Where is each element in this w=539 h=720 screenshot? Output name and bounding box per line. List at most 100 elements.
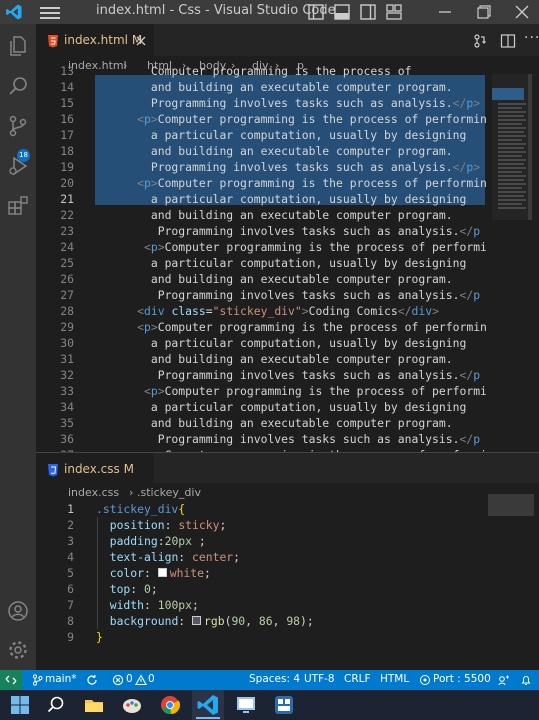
broadcast-icon (420, 675, 430, 685)
live-server-port[interactable]: Port : 5500 (433, 673, 491, 685)
manage-gear-icon[interactable] (6, 638, 30, 662)
breadcrumb-item[interactable]: .stickey_div (137, 486, 201, 499)
code-line: and building an executable computer prog… (96, 272, 453, 286)
code-line: Programming involves tasks such as analy… (96, 432, 481, 446)
taskbar-search-icon[interactable] (44, 693, 68, 717)
line-number: 35 (60, 416, 74, 430)
line-number: 9 (67, 630, 74, 644)
line-number: 19 (60, 160, 74, 174)
editor2-tab-bar: index.css M (36, 453, 539, 487)
chrome-icon[interactable] (158, 693, 182, 717)
error-count[interactable]: 0 (126, 673, 133, 685)
tab-index-css[interactable]: index.css M (36, 453, 154, 487)
desktop-app-icon[interactable] (234, 693, 258, 717)
line-number: 27 (60, 288, 74, 302)
code-line: a particular computation, usually by des… (96, 400, 467, 414)
notifications-bell-icon[interactable] (520, 674, 532, 686)
code-line: <p>Computer programming is the process o… (137, 320, 486, 334)
blue-app-icon[interactable] (272, 693, 296, 717)
toggle-panel-icon[interactable] (333, 3, 351, 21)
line-number: 18 (60, 144, 74, 158)
feedback-icon[interactable] (498, 674, 510, 686)
remote-indicator[interactable] (0, 670, 22, 690)
line-number: 3 (67, 534, 74, 548)
line-number: 22 (60, 208, 74, 222)
customize-layout-icon[interactable] (385, 3, 403, 21)
windows-start-icon[interactable] (8, 693, 32, 717)
code-line: top: 0; (109, 582, 158, 596)
code-line: width: 100px; (109, 598, 199, 612)
search-icon[interactable] (6, 74, 30, 98)
line-number: 20 (60, 176, 74, 190)
code-line: Programming involves tasks such as analy… (96, 368, 481, 382)
code-line: Programming involves tasks such as analy… (96, 288, 481, 302)
code-line: background: rgb(90, 86, 98); (109, 614, 314, 628)
paint-app-icon[interactable] (120, 693, 144, 717)
window-title: index.html - Css - Visual Studio Code (96, 3, 336, 18)
open-changes-icon[interactable] (473, 33, 489, 49)
code-line: and building an executable computer prog… (96, 416, 453, 430)
code-line: and building an executable computer prog… (96, 80, 453, 94)
color-swatch[interactable] (192, 616, 202, 625)
more-actions-icon[interactable]: ··· (524, 30, 539, 46)
line-number: 4 (67, 550, 74, 564)
eol-status[interactable]: CRLF (344, 673, 371, 685)
explorer-icon[interactable] (6, 34, 30, 58)
code-line: text-align: center; (109, 550, 241, 564)
editor2-minimap-slider[interactable] (488, 494, 534, 516)
line-number: 7 (67, 598, 74, 612)
warning-count[interactable]: 0 (148, 673, 155, 685)
code-line: a particular computation, usually by des… (96, 336, 467, 350)
toggle-secondary-sidebar-icon[interactable] (359, 3, 377, 21)
minimap[interactable] (492, 74, 532, 220)
git-branch-label[interactable]: main* (45, 673, 77, 685)
tab-index-html[interactable]: index.html M (36, 24, 154, 58)
css3-file-icon (48, 464, 58, 477)
extensions-icon[interactable] (6, 194, 30, 218)
line-number: 15 (60, 96, 74, 110)
source-control-icon[interactable] (6, 114, 30, 138)
line-number: 24 (60, 240, 74, 254)
minimize-icon[interactable] (436, 3, 454, 21)
line-number: 1 (67, 502, 74, 516)
html5-file-icon (48, 35, 58, 48)
vscode-taskbar-icon[interactable] (196, 693, 220, 717)
status-bar: main* 0 0 Spaces: 4 UTF-8 CRLF HTML Port… (0, 670, 539, 690)
split-editor-icon[interactable] (500, 33, 516, 49)
code-line: color: white; (109, 566, 211, 580)
code-line: a particular computation, usually by des… (96, 256, 467, 270)
line-number: 23 (60, 224, 74, 238)
code-line: padding:20px ; (109, 534, 206, 548)
windows-taskbar (0, 690, 539, 720)
code-line: and building an executable computer prog… (96, 352, 453, 366)
line-number: 26 (60, 272, 74, 286)
warning-icon[interactable] (135, 674, 147, 686)
code-line: and building an executable computer prog… (96, 208, 453, 222)
indentation-status[interactable]: Spaces: 4 (249, 673, 300, 685)
toggle-sidebar-icon[interactable] (307, 3, 325, 21)
error-icon[interactable] (112, 674, 124, 686)
code-line: <p>Computer programming is the process o… (137, 176, 486, 190)
code-line: Programming involves tasks such as analy… (96, 96, 481, 110)
language-mode-status[interactable]: HTML (380, 673, 409, 685)
breadcrumb-item[interactable]: index.css (68, 486, 119, 499)
account-icon[interactable] (6, 599, 30, 623)
encoding-status[interactable]: UTF-8 (304, 673, 335, 685)
active-app-indicator (196, 717, 220, 719)
restore-icon[interactable] (475, 3, 493, 21)
code-line: Programming involves tasks such as analy… (96, 224, 481, 238)
file-explorer-icon[interactable] (82, 693, 106, 717)
chevron-right-icon: › (129, 486, 134, 499)
indent-guide (97, 517, 98, 629)
line-number: 8 (67, 614, 74, 628)
code-line: <p>Computer programming is the process o… (144, 384, 486, 398)
close-window-icon[interactable] (513, 3, 531, 21)
code-line: a particular computation, usually by des… (96, 192, 467, 206)
close-tab-icon[interactable] (136, 36, 146, 46)
menu-icon[interactable] (40, 4, 60, 20)
color-swatch[interactable] (157, 568, 167, 577)
sync-icon[interactable] (86, 674, 98, 686)
code-line: .stickey_div{ (96, 502, 186, 516)
line-number: 21 (60, 192, 74, 206)
run-debug-icon[interactable] (6, 154, 30, 178)
